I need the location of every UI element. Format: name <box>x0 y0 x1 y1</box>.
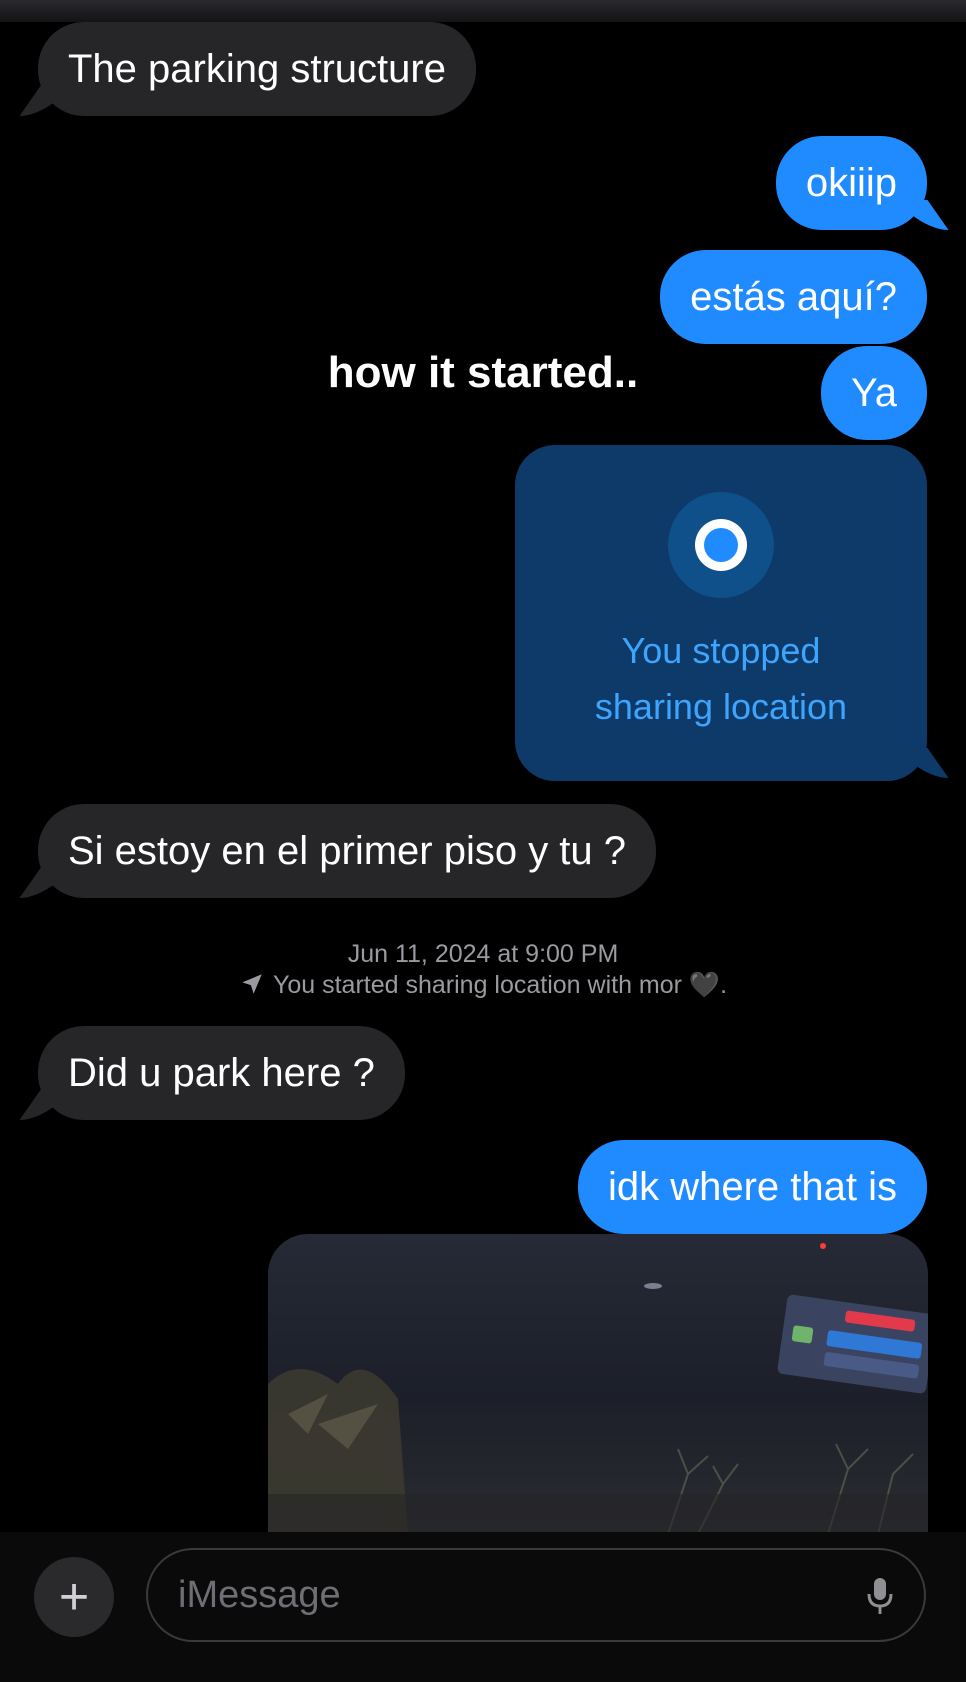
location-card-text: You stopped sharing location <box>515 623 927 735</box>
message-text: okiiip <box>805 161 897 205</box>
imessage-input[interactable]: iMessage <box>146 1548 926 1642</box>
message-text: Did u park here ? <box>68 1051 375 1095</box>
sent-message[interactable]: idk where that is <box>577 1140 927 1234</box>
received-message[interactable]: Did u park here ? <box>38 1026 405 1120</box>
location-card-line1: You stopped <box>621 630 821 671</box>
location-sharing-card[interactable]: You stopped sharing location <box>515 445 927 781</box>
location-dot-icon <box>668 492 774 598</box>
input-placeholder: iMessage <box>178 1574 341 1616</box>
overlay-caption: how it started.. <box>327 348 639 397</box>
sent-message[interactable]: estás aquí? <box>660 250 927 344</box>
location-started-note: You started sharing location with mor 🖤. <box>0 971 966 1000</box>
received-message[interactable]: Si estoy en el primer piso y tu ? <box>38 804 657 898</box>
plus-icon[interactable]: + <box>34 1557 114 1637</box>
location-card-line2: sharing location <box>594 686 848 727</box>
microphone-icon[interactable] <box>866 1576 894 1616</box>
message-text: The parking structure <box>68 47 446 91</box>
timestamp: Jun 11, 2024 at 9:00 PM <box>347 940 619 968</box>
location-started-text: You started sharing location with mor 🖤. <box>272 971 728 999</box>
location-arrow-icon <box>242 974 262 994</box>
received-message[interactable]: The parking structure <box>38 22 476 116</box>
photo-attachment[interactable] <box>268 1234 928 1534</box>
message-text: Si estoy en el primer piso y tu ? <box>68 829 627 873</box>
message-text: estás aquí? <box>690 275 897 319</box>
sent-message[interactable]: okiiip <box>775 136 927 230</box>
status-bar-strip <box>0 0 966 22</box>
message-text: idk where that is <box>607 1165 897 1209</box>
message-composer: + iMessage <box>0 1532 966 1682</box>
night-photo <box>268 1243 928 1534</box>
